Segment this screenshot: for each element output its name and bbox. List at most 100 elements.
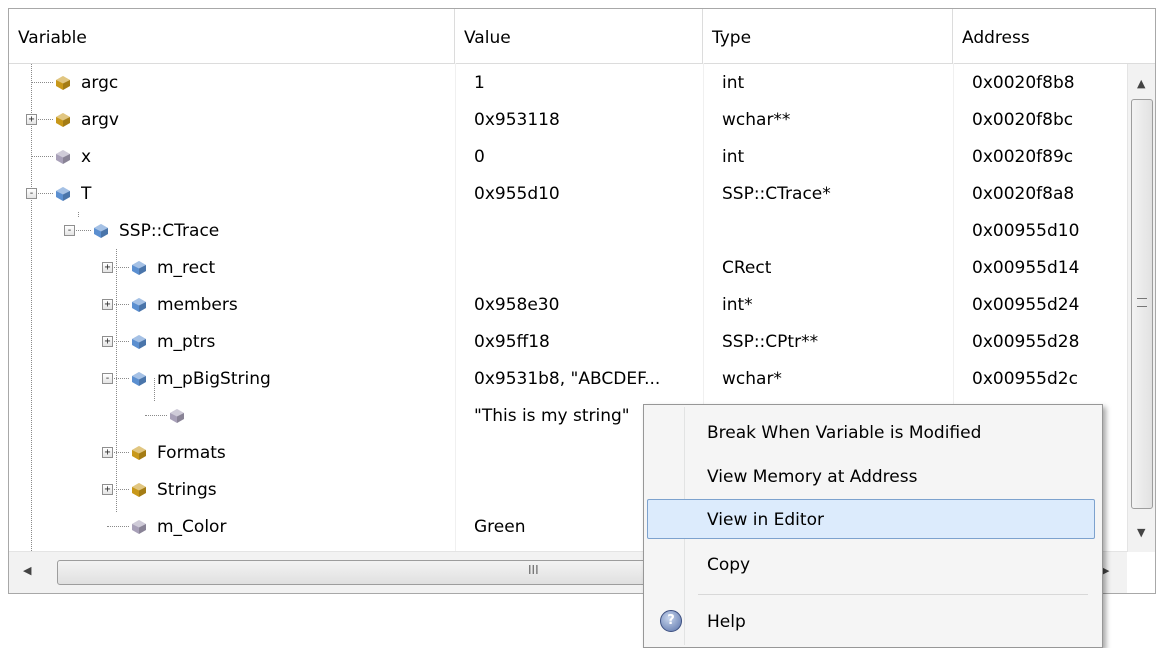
column-header: Variable Value Type Address <box>9 9 1155 64</box>
variable-name: argc <box>81 73 119 93</box>
menu-item-label: Break When Variable is Modified <box>707 423 982 443</box>
grip-icon: III <box>528 563 539 577</box>
variable-value: 0x9531b8, "ABCDEF... <box>474 369 661 389</box>
variable-name: SSP::CTrace <box>119 221 220 241</box>
tree-line <box>31 156 53 157</box>
variable-value <box>474 212 700 249</box>
vertical-scrollbar[interactable]: ▲ ▼ <box>1127 64 1155 552</box>
tree-row[interactable]: - SSP::CTrace 0x00955d10 <box>9 212 1127 249</box>
menu-item-label: View in Editor <box>707 510 824 530</box>
expand-icon[interactable]: + <box>102 447 113 458</box>
variable-address: 0x0020f89c <box>972 147 1074 167</box>
variable-type: wchar* <box>722 369 782 389</box>
variable-type: CRect <box>722 258 772 278</box>
menu-item-label: View Memory at Address <box>707 467 918 487</box>
tree-row[interactable]: + m_rect CRect 0x00955d14 <box>9 249 1127 286</box>
variable-name: m_ptrs <box>157 332 216 352</box>
variable-type: SSP::CTrace* <box>722 184 831 204</box>
variable-value <box>474 249 700 286</box>
variable-icon <box>131 371 147 387</box>
variable-value: 0x953118 <box>474 110 560 130</box>
scroll-down-icon[interactable]: ▼ <box>1137 526 1145 539</box>
variable-name: x <box>81 147 92 167</box>
variable-type: int <box>722 147 745 167</box>
context-menu: Break When Variable is Modified View Mem… <box>643 404 1103 648</box>
variable-name <box>195 397 451 434</box>
variable-name: Strings <box>157 480 217 500</box>
menu-item-label: Copy <box>707 555 751 575</box>
variable-address: 0x00955d2c <box>972 369 1078 389</box>
expand-icon[interactable]: + <box>102 484 113 495</box>
variable-type: int <box>722 73 745 93</box>
variable-address: 0x00955d10 <box>972 221 1080 241</box>
variable-name: members <box>157 295 238 315</box>
menu-item-label: Help <box>707 612 746 632</box>
tree-row[interactable]: - T 0x955d10 SSP::CTrace* 0x0020f8a8 <box>9 175 1127 212</box>
variable-address: 0x0020f8b8 <box>972 73 1075 93</box>
variable-name: m_pBigString <box>157 369 271 389</box>
help-icon: ? <box>660 610 682 632</box>
column-header-value[interactable]: Value <box>455 9 703 63</box>
variable-icon <box>93 223 109 239</box>
variable-icon <box>131 482 147 498</box>
variable-name: T <box>81 184 92 204</box>
scroll-left-icon[interactable]: ◀ <box>23 564 31 577</box>
variable-icon <box>55 149 71 165</box>
menu-item-view-in-editor[interactable]: View in Editor <box>647 499 1095 539</box>
tree-row[interactable]: x 0 int 0x0020f89c <box>9 138 1127 175</box>
menu-item-help[interactable]: ? Help <box>647 602 1095 642</box>
tree-row[interactable]: + members 0x958e30 int* 0x00955d24 <box>9 286 1127 323</box>
variable-icon <box>131 334 147 350</box>
grip-icon <box>1137 298 1147 307</box>
variable-icon <box>131 260 147 276</box>
variable-value: 1 <box>474 73 485 93</box>
variable-type: wchar** <box>722 110 791 130</box>
tree-line <box>31 82 53 83</box>
variable-address: 0x0020f8bc <box>972 110 1074 130</box>
expand-icon[interactable]: + <box>102 262 113 273</box>
variable-type: SSP::CPtr** <box>722 332 819 352</box>
variable-value: 0 <box>474 147 485 167</box>
tree-row[interactable]: + m_ptrs 0x95ff18 SSP::CPtr** 0x00955d28 <box>9 323 1127 360</box>
expand-icon[interactable]: + <box>102 336 113 347</box>
variable-value: 0x95ff18 <box>474 332 550 352</box>
variable-type <box>722 212 950 249</box>
variable-address: 0x00955d28 <box>972 332 1080 352</box>
variable-icon <box>131 445 147 461</box>
variable-name: Formats <box>157 443 226 463</box>
scroll-up-icon[interactable]: ▲ <box>1137 77 1145 90</box>
variable-value: 0x958e30 <box>474 295 560 315</box>
variable-type: int* <box>722 295 753 315</box>
column-header-type[interactable]: Type <box>703 9 953 63</box>
variable-name: argv <box>81 110 119 130</box>
column-header-address[interactable]: Address <box>953 9 1155 63</box>
variable-address: 0x00955d14 <box>972 258 1080 278</box>
variable-address: 0x00955d24 <box>972 295 1080 315</box>
variable-icon <box>55 112 71 128</box>
variable-icon <box>55 186 71 202</box>
variable-value: 0x955d10 <box>474 184 560 204</box>
tree-line <box>107 526 129 527</box>
tree-row[interactable]: + argv 0x953118 wchar** 0x0020f8bc <box>9 101 1127 138</box>
menu-item-view-memory[interactable]: View Memory at Address <box>647 457 1095 497</box>
collapse-icon[interactable]: - <box>102 373 113 384</box>
variable-icon <box>55 75 71 91</box>
collapse-icon[interactable]: - <box>26 188 37 199</box>
tree-row[interactable]: argc 1 int 0x0020f8b8 <box>9 64 1127 101</box>
tree-line <box>145 415 167 416</box>
column-header-variable[interactable]: Variable <box>9 9 455 63</box>
variable-name: m_rect <box>157 258 216 278</box>
menu-separator <box>698 594 1088 595</box>
tree-row[interactable]: - m_pBigString 0x9531b8, "ABCDEF... wchar* 0… <box>9 360 1127 397</box>
vertical-scroll-thumb[interactable] <box>1131 99 1153 509</box>
variable-name: m_Color <box>157 517 227 537</box>
menu-item-copy[interactable]: Copy <box>647 545 1095 585</box>
variable-icon <box>131 297 147 313</box>
menu-item-break-when-modified[interactable]: Break When Variable is Modified <box>647 413 1095 453</box>
variable-icon <box>169 408 185 424</box>
expand-icon[interactable]: + <box>102 299 113 310</box>
expand-icon[interactable]: + <box>26 114 37 125</box>
variable-address: 0x0020f8a8 <box>972 184 1075 204</box>
collapse-icon[interactable]: - <box>64 225 75 236</box>
variable-icon <box>131 519 147 535</box>
